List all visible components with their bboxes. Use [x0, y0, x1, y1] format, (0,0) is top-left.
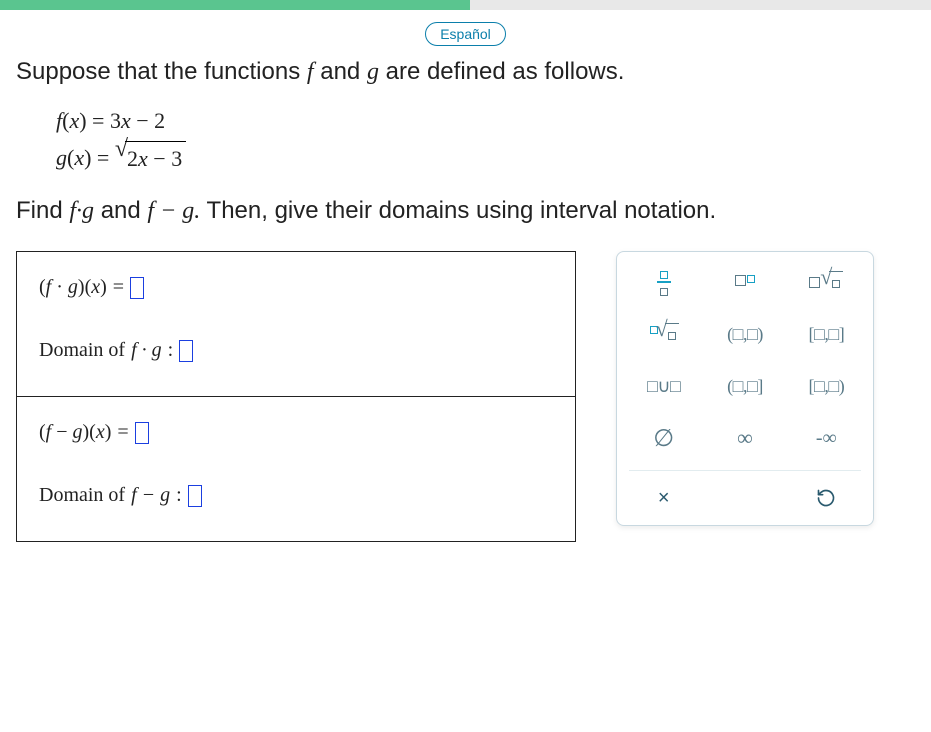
answer-box: (f · g)(x) = Domain of f · g : (f − g)(x…: [16, 251, 576, 542]
key-infinity[interactable]: ∞: [710, 422, 779, 454]
key-closed-interval[interactable]: [□,□]: [792, 318, 861, 350]
key-exponent[interactable]: [710, 266, 779, 298]
key-clear[interactable]: ×: [629, 481, 698, 515]
function-definitions: f(x) = 3x − 2 g(x) = √2x − 3: [56, 104, 915, 175]
intro-text: Suppose that the functions f and g are d…: [16, 54, 915, 90]
key-fraction[interactable]: [629, 266, 698, 298]
fminusg-domain: Domain of f − g :: [39, 484, 553, 507]
fg-section: (f · g)(x) = Domain of f · g :: [17, 252, 575, 397]
key-undo[interactable]: [792, 481, 861, 515]
key-times-sqrt[interactable]: √: [792, 266, 861, 298]
fminusg-input[interactable]: [135, 422, 149, 444]
math-keypad: √ √ (□,□) [□,□] □∪□ (□,□] [□,□) ∅ ∞ -∞ ×: [616, 251, 874, 526]
fg-domain-input[interactable]: [179, 340, 193, 362]
fminusg-domain-input[interactable]: [188, 485, 202, 507]
key-empty-set[interactable]: ∅: [629, 422, 698, 454]
undo-icon: [816, 488, 836, 508]
fminusg-expression: (f − g)(x) =: [39, 421, 553, 444]
fg-input[interactable]: [130, 277, 144, 299]
fminusg-section: (f − g)(x) = Domain of f − g :: [17, 397, 575, 541]
fg-domain: Domain of f · g :: [39, 339, 553, 362]
close-icon: ×: [658, 487, 670, 510]
key-nth-root[interactable]: √: [629, 318, 698, 350]
key-neg-infinity[interactable]: -∞: [792, 422, 861, 454]
key-open-interval[interactable]: (□,□): [710, 318, 779, 350]
progress-fill: [0, 0, 470, 10]
progress-remaining: [470, 0, 931, 10]
key-spacer: [710, 481, 779, 515]
find-text: Find f·g and f − g. Then, give their dom…: [16, 193, 915, 229]
key-half-open-left[interactable]: [□,□): [792, 370, 861, 402]
progress-bar: [0, 0, 931, 10]
language-button[interactable]: Español: [425, 22, 506, 46]
key-union[interactable]: □∪□: [629, 370, 698, 402]
key-half-open-right[interactable]: (□,□]: [710, 370, 779, 402]
fg-expression: (f · g)(x) =: [39, 276, 553, 299]
